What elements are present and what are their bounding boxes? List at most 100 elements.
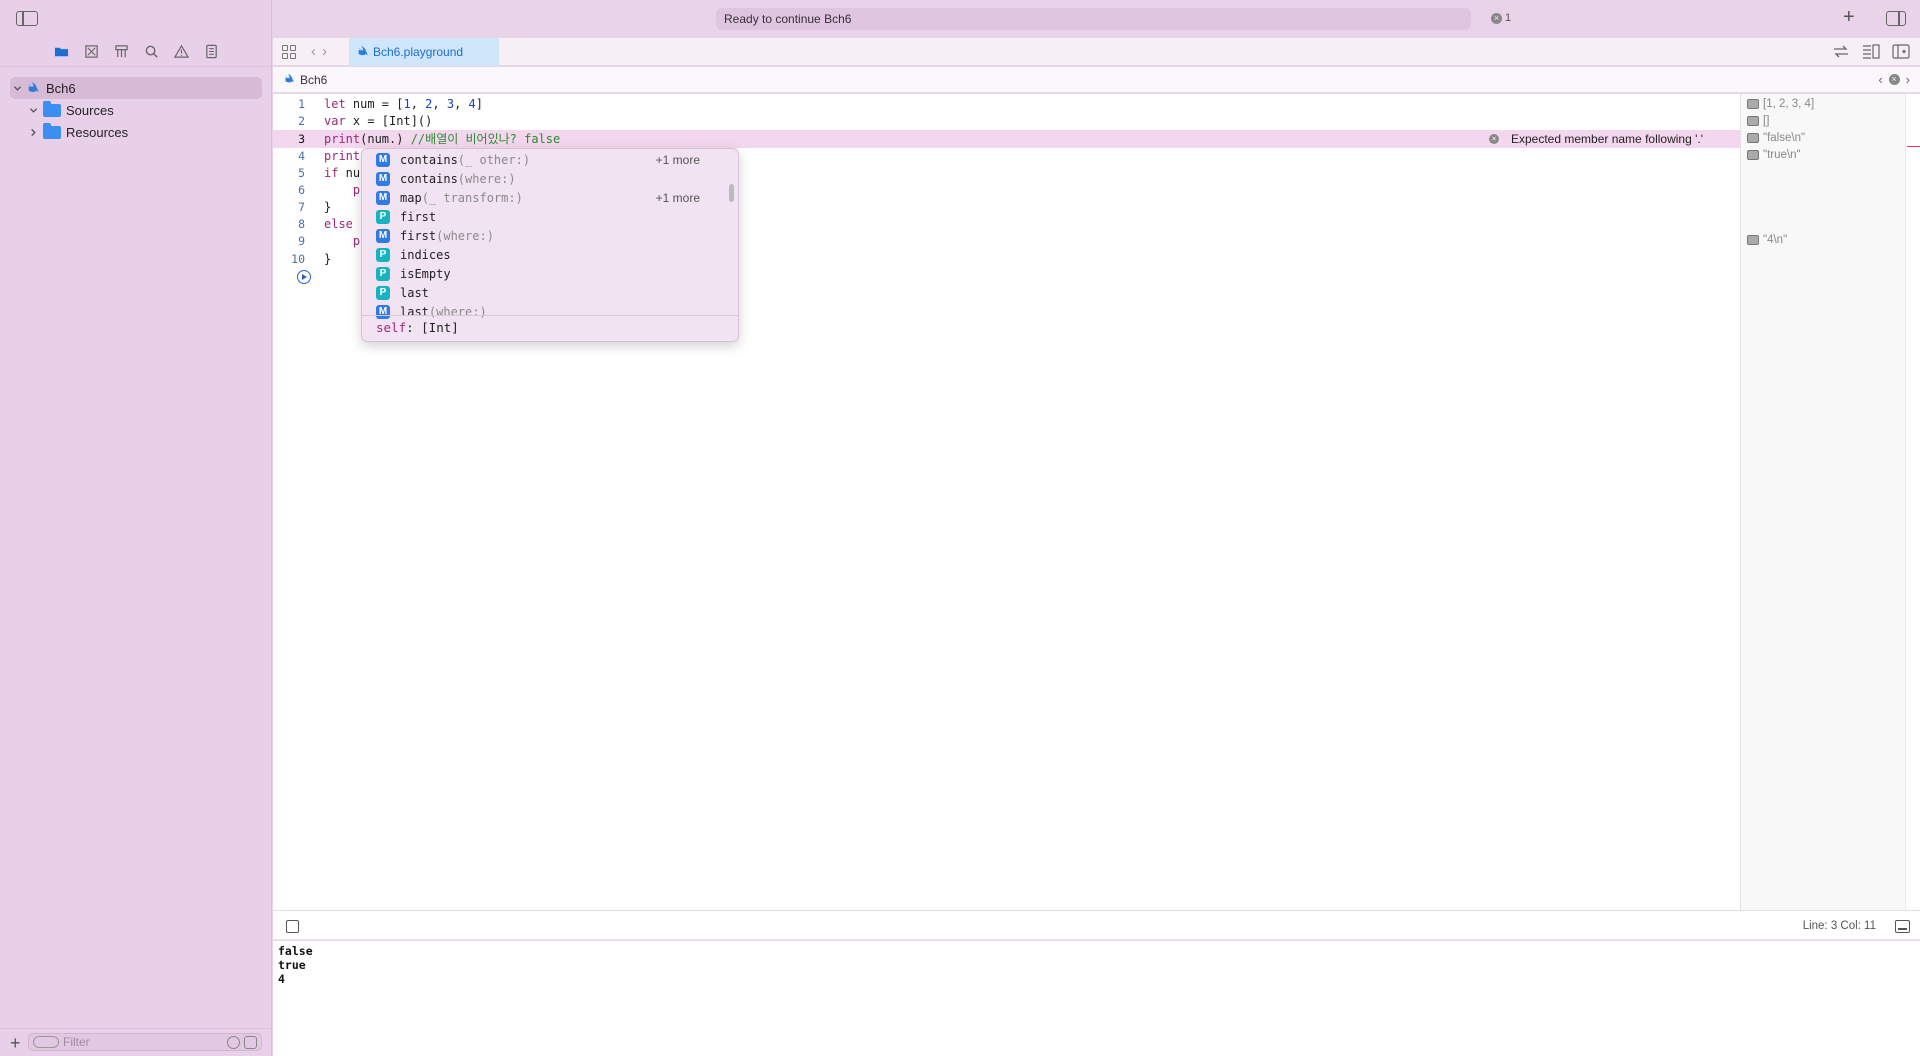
quick-look-icon[interactable]: [1747, 99, 1759, 109]
code-line-3[interactable]: print(num.) //배열이 비어있나? false: [324, 131, 560, 148]
quick-look-icon[interactable]: [1747, 235, 1759, 245]
add-editor-icon[interactable]: [1892, 44, 1910, 59]
code-line-5[interactable]: if nu: [324, 165, 360, 182]
folder-icon: [43, 100, 61, 117]
swift-icon: [27, 81, 39, 93]
folder-icon[interactable]: [52, 42, 70, 60]
issue-navigation: ‹ × ›: [1878, 72, 1910, 87]
completion-scrollbar[interactable]: [729, 184, 734, 202]
tab-bch6-playground[interactable]: Bch6.playground: [349, 38, 499, 66]
inline-error-message[interactable]: Expected member name following '.': [1503, 130, 1703, 148]
report-icon[interactable]: [202, 42, 220, 60]
run-playground-button[interactable]: [297, 270, 311, 284]
console-line: false: [278, 944, 313, 958]
navigator-sidebar: Bch6 Sources Resources + Filter: [0, 0, 272, 1056]
completion-item[interactable]: PisEmpty: [362, 264, 732, 283]
code-line-7[interactable]: }: [324, 199, 331, 216]
completion-item[interactable]: Pfirst: [362, 207, 732, 226]
code-token: num = [: [345, 97, 404, 111]
inspector-toggle-icon[interactable]: [1886, 11, 1906, 26]
breadcrumb[interactable]: Bch6: [300, 73, 327, 87]
completion-item[interactable]: Pindices: [362, 245, 732, 264]
tree-item-label: Resources: [66, 124, 129, 140]
result-row[interactable]: "true\n": [1747, 149, 1801, 161]
search-icon[interactable]: [142, 42, 160, 60]
code-token: ]: [475, 97, 484, 111]
error-icon[interactable]: ×: [1489, 134, 1499, 144]
result-row[interactable]: "false\n": [1747, 132, 1805, 144]
line-number: 6: [298, 183, 305, 197]
code-token: var: [324, 114, 346, 128]
code-line-2[interactable]: var x = [Int](): [324, 113, 432, 130]
code-token: (num.): [360, 132, 411, 146]
code-line-10[interactable]: }: [324, 251, 331, 268]
result-row[interactable]: []: [1747, 115, 1769, 127]
method-badge-icon: M: [376, 190, 390, 205]
recent-files-icon[interactable]: [227, 1036, 240, 1049]
line-number: 2: [298, 114, 305, 128]
swift-icon: [284, 73, 294, 83]
completion-item[interactable]: Plast: [362, 283, 732, 302]
filter-field[interactable]: Filter: [28, 1033, 262, 1051]
line-number: 5: [298, 166, 305, 180]
code-token: 3: [446, 97, 455, 111]
navigator-footer: + Filter: [0, 1028, 272, 1056]
debug-bar: Line: 3 Col: 11: [273, 910, 1920, 940]
console-output[interactable]: false true 4: [273, 941, 1920, 1056]
property-badge-icon: P: [376, 285, 390, 300]
back-forward-arrows-icon[interactable]: ‹›: [311, 43, 333, 60]
code-line-4[interactable]: print: [324, 148, 360, 165]
quick-look-icon[interactable]: [1747, 116, 1759, 126]
quick-look-icon[interactable]: [1747, 133, 1759, 143]
line-number-gutter: 1 2 3 4 5 6 7 8 9 10: [273, 94, 313, 910]
scm-filter-icon[interactable]: [244, 1036, 257, 1049]
source-control-icon[interactable]: [82, 42, 100, 60]
line-number: 10: [291, 252, 305, 266]
filter-icon[interactable]: [33, 1036, 59, 1048]
sidebar-toggle-icon[interactable]: [16, 11, 38, 26]
completion-item[interactable]: Mmap (_ transform:) +1 more: [362, 188, 732, 207]
error-message-text: Expected member name following '.': [1511, 132, 1704, 146]
completion-item[interactable]: Mcontains (where:): [362, 169, 732, 188]
tree-item-project[interactable]: Bch6: [10, 77, 262, 99]
tree-item-label: Sources: [66, 102, 114, 118]
code-line-6[interactable]: p: [324, 182, 360, 199]
line-number: 9: [298, 234, 305, 248]
symbol-icon[interactable]: [112, 42, 130, 60]
error-count-text: 1: [1505, 12, 1512, 24]
error-indicator[interactable]: × 1: [1491, 12, 1511, 24]
previous-issue-icon[interactable]: ‹: [1878, 72, 1882, 87]
add-icon[interactable]: +: [10, 1033, 21, 1054]
code-line-8[interactable]: else: [324, 216, 353, 233]
next-issue-icon[interactable]: ›: [1906, 72, 1910, 87]
related-items-grid-icon[interactable]: [282, 45, 296, 59]
completion-item[interactable]: Mcontains (_ other:) +1 more: [362, 150, 732, 169]
tab-label: Bch6.playground: [373, 45, 464, 59]
debug-area-toggle-checkbox[interactable]: [286, 920, 299, 933]
completion-item[interactable]: Mfirst (where:): [362, 226, 732, 245]
activity-status: Ready to continue Bch6: [716, 8, 1471, 30]
code-token: ,: [410, 97, 426, 111]
method-badge-icon: M: [376, 171, 390, 186]
result-row[interactable]: [1, 2, 3, 4]: [1747, 98, 1814, 110]
chevron-down-icon[interactable]: [26, 103, 40, 117]
swap-icon[interactable]: [1832, 44, 1850, 59]
jump-bar: Bch6 ‹ × ›: [273, 67, 1920, 93]
library-plus-icon[interactable]: +: [1843, 6, 1855, 29]
source-editor[interactable]: 1 2 3 4 5 6 7 8 9 10 let num = [1, 2, 3,…: [273, 94, 1740, 910]
chevron-right-icon[interactable]: [26, 125, 40, 139]
code-line-1[interactable]: let num = [1, 2, 3, 4]: [324, 96, 483, 113]
error-marker: [1907, 146, 1920, 147]
quick-look-icon[interactable]: [1747, 150, 1759, 160]
tree-item-resources[interactable]: Resources: [26, 121, 262, 143]
code-completion-popup[interactable]: Mcontains (_ other:) +1 more Mcontains (whe…: [361, 148, 739, 342]
code-token: ,: [454, 97, 469, 111]
hide-debug-area-icon[interactable]: [1895, 920, 1910, 933]
code-line-9[interactable]: p: [324, 233, 360, 250]
warning-icon[interactable]: [172, 42, 190, 60]
editor-options-icon[interactable]: [1862, 44, 1880, 59]
error-icon[interactable]: ×: [1888, 74, 1900, 85]
chevron-down-icon[interactable]: [10, 81, 24, 95]
result-row[interactable]: "4\n": [1747, 234, 1787, 246]
tree-item-sources[interactable]: Sources: [26, 99, 262, 121]
